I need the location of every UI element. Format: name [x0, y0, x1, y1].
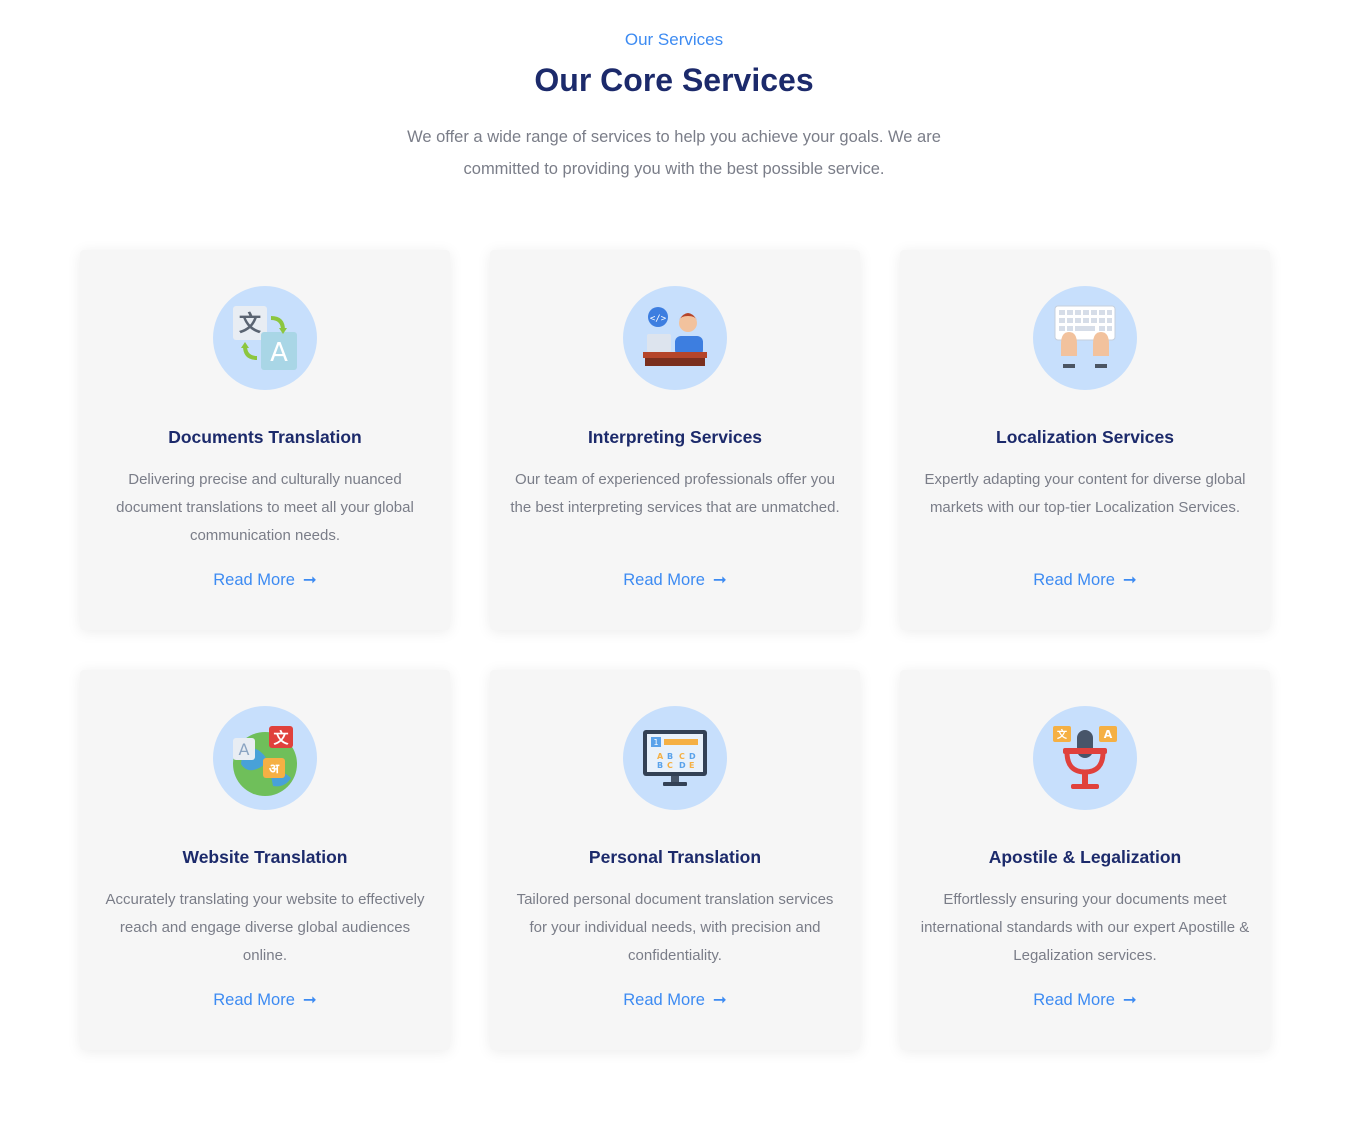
arrow-right-icon: ➞ — [712, 571, 727, 589]
card-description: Effortlessly ensuring your documents mee… — [920, 891, 1250, 964]
card-description: Accurately translating your website to e… — [105, 891, 425, 964]
read-more-link[interactable]: Read More ➞ — [490, 570, 860, 590]
read-more-label: Read More — [213, 991, 295, 1009]
svg-text:A: A — [657, 752, 664, 761]
intro-line-2: committed to providing you with the best… — [463, 160, 885, 178]
svg-text:B: B — [657, 761, 663, 770]
svg-text:C: C — [667, 761, 673, 770]
read-more-link[interactable]: Read More ➞ — [80, 570, 450, 590]
svg-text:C: C — [679, 752, 685, 761]
service-card-website-translation: A 文 अ Website Translation Accurately tra… — [80, 670, 450, 1050]
svg-text:B: B — [667, 752, 673, 761]
card-description: Tailored personal document translation s… — [516, 891, 834, 964]
read-more-link[interactable]: Read More ➞ — [900, 990, 1270, 1010]
microphone-icon: 文 A — [1033, 706, 1137, 810]
svg-text:अ: अ — [269, 762, 280, 777]
read-more-label: Read More — [213, 571, 295, 589]
arrow-right-icon: ➞ — [1122, 571, 1137, 589]
card-description: Delivering precise and culturally nuance… — [116, 471, 414, 544]
card-title: Website Translation — [182, 847, 348, 867]
card-title: Personal Translation — [588, 847, 762, 867]
svg-text:A: A — [1104, 728, 1113, 741]
card-description: Our team of experienced professionals of… — [510, 471, 840, 516]
keyboard-icon — [1033, 286, 1137, 390]
section-intro: We offer a wide range of services to hel… — [374, 121, 974, 185]
arrow-right-icon: ➞ — [1122, 991, 1137, 1009]
svg-text:D: D — [679, 761, 686, 770]
read-more-link[interactable]: Read More ➞ — [490, 990, 860, 1010]
read-more-label: Read More — [1033, 991, 1115, 1009]
svg-text:A: A — [239, 740, 250, 759]
service-card-documents-translation: 文 A Documents Translation Delivering pre… — [80, 250, 450, 630]
section-title: Our Core Services — [534, 62, 814, 98]
section-eyebrow: Our Services — [624, 30, 724, 49]
service-card-localization-services: Localization Services Expertly adapting … — [900, 250, 1270, 630]
read-more-link[interactable]: Read More ➞ — [80, 990, 450, 1010]
services-grid: 文 A Documents Translation Delivering pre… — [80, 250, 1270, 1050]
card-description: Expertly adapting your content for diver… — [924, 471, 1246, 516]
card-title: Interpreting Services — [587, 427, 763, 447]
monitor-icon: 1 AB CD BC DE — [623, 706, 727, 810]
translate-icon: 文 A — [213, 286, 317, 390]
svg-text:文: 文 — [273, 729, 289, 747]
service-card-apostile-legalization: 文 A Apostile & Legalization Effortlessly… — [900, 670, 1270, 1050]
interpreter-icon: </> — [623, 286, 727, 390]
svg-text:1: 1 — [653, 738, 658, 747]
svg-text:D: D — [689, 752, 696, 761]
card-title: Localization Services — [996, 427, 1174, 447]
svg-text:</>: </> — [650, 314, 667, 324]
service-card-personal-translation: 1 AB CD BC DE Personal Translation Tailo… — [490, 670, 860, 1050]
intro-line-1: We offer a wide range of services to hel… — [407, 128, 941, 146]
read-more-link[interactable]: Read More ➞ — [900, 570, 1270, 590]
globe-languages-icon: A 文 अ — [213, 706, 317, 810]
card-title: Documents Translation — [168, 427, 362, 447]
service-card-interpreting-services: </> Interpreting Services Our team of ex… — [490, 250, 860, 630]
svg-text:文: 文 — [1057, 728, 1068, 741]
svg-text:E: E — [689, 761, 694, 770]
card-title: Apostile & Legalization — [988, 847, 1182, 867]
read-more-label: Read More — [1033, 571, 1115, 589]
read-more-label: Read More — [623, 991, 705, 1009]
svg-text:A: A — [270, 338, 288, 368]
arrow-right-icon: ➞ — [302, 571, 317, 589]
arrow-right-icon: ➞ — [302, 991, 317, 1009]
arrow-right-icon: ➞ — [712, 991, 727, 1009]
svg-text:文: 文 — [239, 311, 262, 337]
read-more-label: Read More — [623, 571, 705, 589]
